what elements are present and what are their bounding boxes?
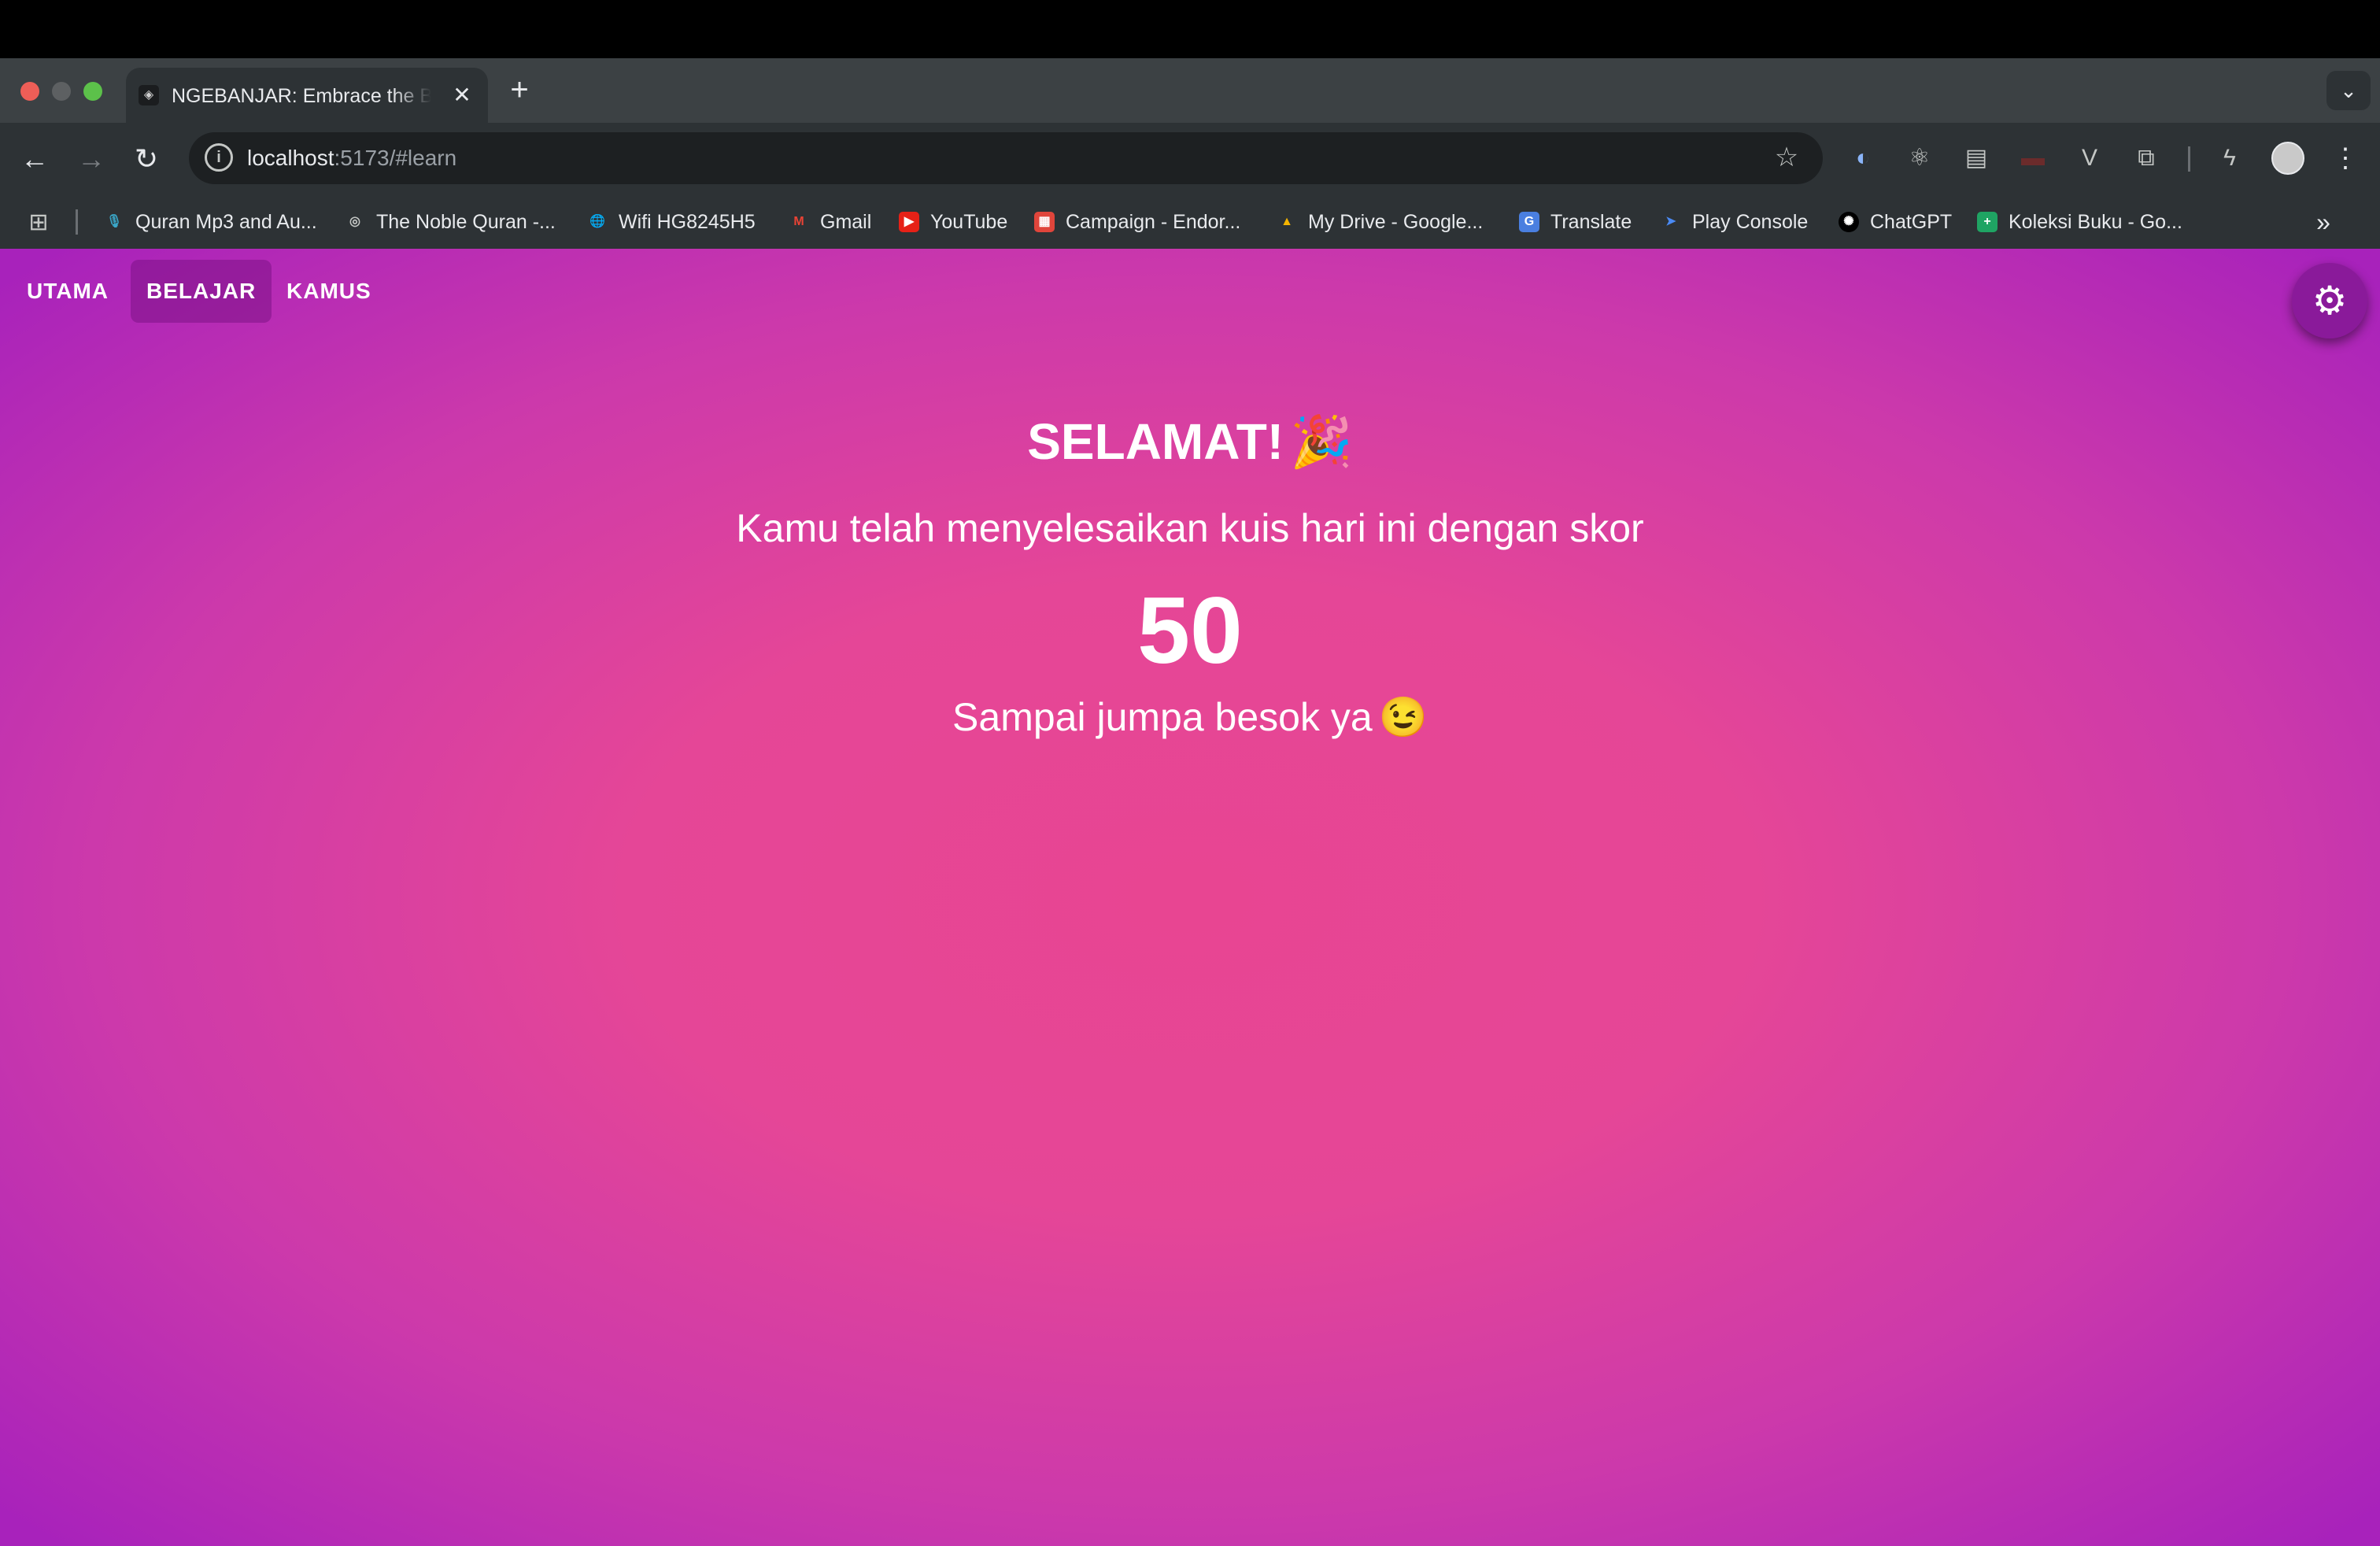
forward-button[interactable]: → xyxy=(72,140,110,178)
microphone-icon: 🎙 xyxy=(105,215,123,228)
nav-kamus[interactable]: KAMUS xyxy=(271,260,387,323)
bookmark-label: My Drive - Google... xyxy=(1308,210,1484,233)
bookmark-label: The Noble Quran -... xyxy=(376,210,556,233)
window-minimize-button[interactable] xyxy=(52,82,71,101)
url-host: localhost xyxy=(247,146,334,170)
bookmark-chatgpt[interactable]: ✺ ChatGPT xyxy=(1839,206,1952,238)
react-devtools-icon[interactable]: ⚛ xyxy=(1905,143,1935,173)
drive-icon: ▲ xyxy=(1281,215,1293,228)
browser-menu-icon[interactable]: ⋮ xyxy=(2330,142,2361,175)
bookmarks-bar: ⊞ 🎙 Quran Mp3 and Au... ◎ The Noble Qura… xyxy=(0,195,2380,250)
bookmark-star-icon[interactable]: ☆ xyxy=(1771,142,1802,173)
quran-icon: ◎ xyxy=(349,215,360,228)
bookmark-label: YouTube xyxy=(930,210,1008,233)
farewell-line: Sampai jumpa besok ya 😉 xyxy=(0,690,2380,745)
puzzle-icon[interactable]: ⧉ xyxy=(2131,143,2161,173)
chatgpt-icon: ✺ xyxy=(1839,212,1859,232)
window-close-button[interactable] xyxy=(20,82,39,101)
tab-title: NGEBANJAR: Embrace the Beauty of Banjar xyxy=(172,85,431,107)
screenshot-extension-icon[interactable]: ▤ xyxy=(1961,143,1991,173)
tab-search-button[interactable]: ⌄ xyxy=(2326,71,2371,110)
circle-extension-icon[interactable]: ◐ xyxy=(1848,143,1878,173)
farewell-text: Sampai jumpa besok ya xyxy=(952,695,1373,739)
bookmark-my-drive[interactable]: ▲ My Drive - Google... xyxy=(1277,206,1483,238)
toolbar-divider xyxy=(2188,146,2190,172)
score-value: 50 xyxy=(1137,578,1243,683)
party-popper-icon: 🎉 xyxy=(1290,413,1353,470)
bookmark-label: Gmail xyxy=(820,210,872,233)
reload-button[interactable]: ↻ xyxy=(128,140,165,178)
bookmark-label: Translate xyxy=(1550,210,1632,233)
address-bar[interactable]: i localhost:5173/#learn ☆ xyxy=(189,132,1823,184)
result-message: Kamu telah menyelesaikan kuis hari ini d… xyxy=(736,506,1644,550)
youtube-icon: ▶ xyxy=(899,212,919,232)
site-info-icon[interactable]: i xyxy=(205,143,233,172)
os-top-bar xyxy=(0,0,2380,58)
bookmark-translate[interactable]: G Translate xyxy=(1519,206,1632,238)
congrats-title: SELAMAT! xyxy=(1027,413,1284,470)
bookmark-quran-mp3[interactable]: 🎙 Quran Mp3 and Au... xyxy=(104,206,317,238)
url-path: :5173/#learn xyxy=(334,146,457,170)
bookmark-label: Quran Mp3 and Au... xyxy=(135,210,317,233)
globe-icon: 🌐 xyxy=(589,215,605,228)
sheets-icon: + xyxy=(1977,212,1998,232)
gmail-icon: M xyxy=(793,215,804,228)
translate-icon: G xyxy=(1519,212,1539,232)
tab-close-icon[interactable]: ✕ xyxy=(447,80,477,110)
nav-utama[interactable]: UTAMA xyxy=(11,260,124,323)
red-extension-icon[interactable]: ▬ xyxy=(2018,143,2048,173)
app-viewport: UTAMA BELAJAR KAMUS ⚙ SELAMAT! 🎉 Kamu tel… xyxy=(0,249,2380,1546)
bookmark-label: Koleksi Buku - Go... xyxy=(2009,210,2182,233)
congrats-heading: SELAMAT! 🎉 xyxy=(0,406,2380,477)
new-tab-button[interactable]: + xyxy=(504,74,535,105)
back-button[interactable]: ← xyxy=(16,140,54,178)
bookmark-koleksi-buku[interactable]: + Koleksi Buku - Go... xyxy=(1977,206,2182,238)
wink-face-icon: 😉 xyxy=(1378,695,1428,739)
bookmark-wifi[interactable]: 🌐 Wifi HG8245H5 xyxy=(587,206,756,238)
campaign-icon: ▦ xyxy=(1034,212,1055,232)
app-favicon-icon: ◈ xyxy=(139,85,159,105)
bookmark-play-console[interactable]: ➤ Play Console xyxy=(1661,206,1808,238)
address-url[interactable]: localhost:5173/#learn xyxy=(247,145,456,172)
browser-tab-active[interactable]: ◈ NGEBANJAR: Embrace the Beauty of Banja… xyxy=(126,68,488,123)
gear-icon: ⚙ xyxy=(2312,279,2348,323)
nav-belajar[interactable]: BELAJAR xyxy=(131,260,272,323)
bookmark-label: Play Console xyxy=(1692,210,1809,233)
apps-grid-icon[interactable]: ⊞ xyxy=(25,209,52,236)
play-console-icon: ➤ xyxy=(1665,215,1676,228)
bookmark-label: Wifi HG8245H5 xyxy=(619,210,756,233)
bookmark-label: ChatGPT xyxy=(1870,210,1953,233)
profile-avatar[interactable] xyxy=(2271,142,2304,175)
bookmark-campaign[interactable]: ▦ Campaign - Endor... xyxy=(1034,206,1240,238)
bookmark-label: Campaign - Endor... xyxy=(1066,210,1241,233)
bookmark-gmail[interactable]: M Gmail xyxy=(789,206,871,238)
bookmarks-overflow-icon[interactable]: » xyxy=(2308,208,2339,236)
bookmark-noble-quran[interactable]: ◎ The Noble Quran -... xyxy=(345,206,556,238)
vue-devtools-icon[interactable]: V xyxy=(2075,143,2105,173)
bookmarks-divider xyxy=(76,209,78,235)
bookmark-youtube[interactable]: ▶ YouTube xyxy=(899,206,1007,238)
window-zoom-button[interactable] xyxy=(83,82,102,101)
lightning-extension-icon[interactable]: ϟ xyxy=(2215,143,2245,173)
settings-button[interactable]: ⚙ xyxy=(2292,263,2367,338)
